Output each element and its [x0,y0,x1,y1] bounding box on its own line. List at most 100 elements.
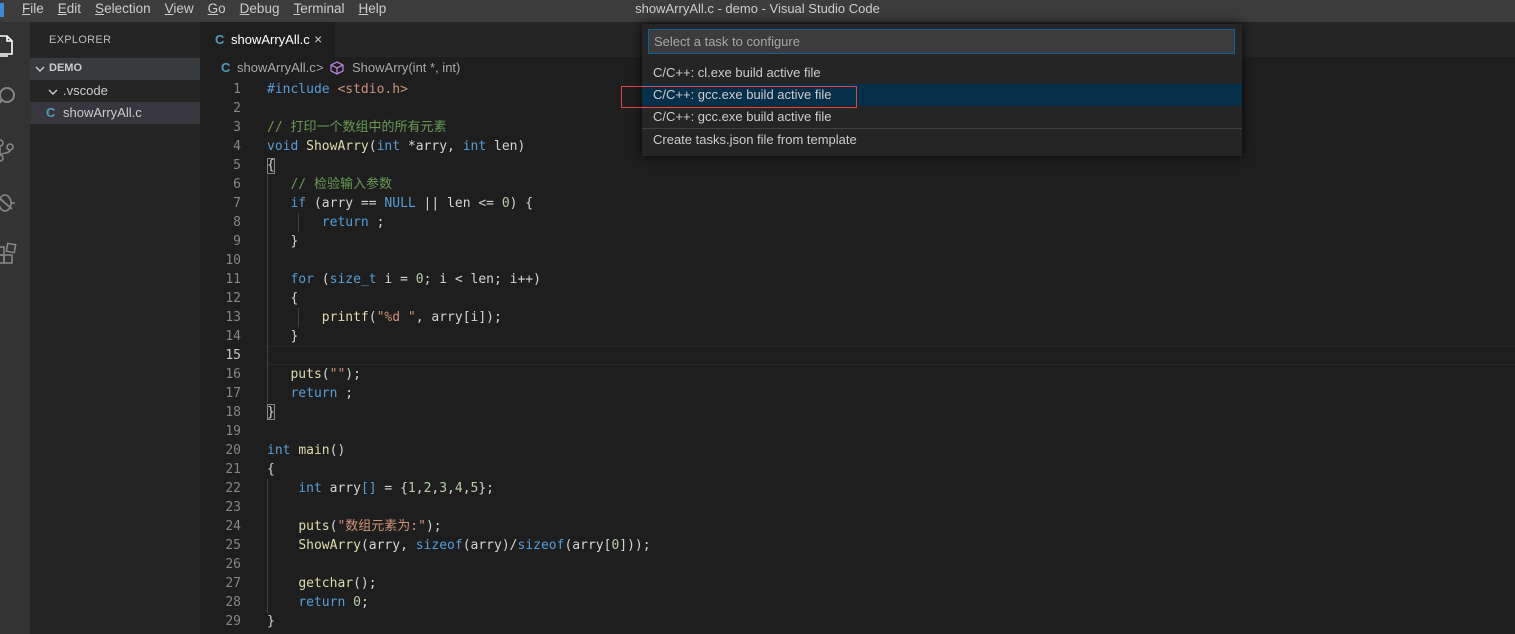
folder-header-demo[interactable]: DEMO [30,58,200,80]
code-line[interactable]: 17 return ; [200,384,1515,403]
code-token: [] [360,481,377,496]
quickpick-item[interactable]: C/C++: cl.exe build active file [642,62,1242,84]
tree-item-showarryall[interactable]: C showArryAll.c [30,102,200,124]
code-text: // 打印一个数组中的所有元素 [267,118,446,137]
code-token: *arry, [400,139,463,154]
code-token: NULL [384,196,416,211]
code-token: 0 [353,595,361,610]
code-line[interactable]: 5{ [200,156,1515,175]
code-token: ( [368,139,377,154]
code-line[interactable]: 10 [200,251,1515,270]
quickpick-item[interactable]: Create tasks.json file from template [642,129,1242,151]
code-line[interactable]: 13 printf("%d ", arry[i]); [200,308,1515,327]
code-token: (arry == [306,196,385,211]
code-line[interactable]: 28 return 0; [200,593,1515,612]
line-number: 10 [225,253,241,268]
line-number: 15 [225,348,241,363]
code-token: 0 [415,272,424,287]
c-file-icon: C [221,60,231,75]
tree-item-label: showArryAll.c [63,105,142,120]
line-number: 21 [225,462,241,477]
chevron-down-icon [35,66,45,72]
c-file-icon: C [215,32,225,47]
code-token: } [267,614,275,629]
line-number: 14 [225,329,241,344]
code-line[interactable]: 14 } [200,327,1515,346]
code-text: #include <stdio.h> [267,80,408,99]
breadcrumb-file[interactable]: showArryAll.c [237,57,316,79]
code-line[interactable]: 16 puts(""); [200,365,1515,384]
code-line[interactable]: 24 puts("数组元素为:"); [200,517,1515,536]
sidebar-title: EXPLORER [49,34,112,46]
code-token: }; [478,481,495,496]
code-token: "数组元素为:" [337,519,426,534]
title-bar: File Edit Selection View Go Debug Termin… [0,0,1515,22]
code-token: , arry[i]); [415,310,502,325]
code-text: void ShowArry(int *arry, int len) [267,137,525,156]
menu-file[interactable]: File [15,0,51,22]
code-token: int [267,443,291,458]
debug-icon[interactable] [0,189,18,215]
menu-go[interactable]: Go [201,0,233,22]
code-line[interactable]: 6 // 检验输入参数 [200,175,1515,194]
code-line[interactable]: 26 [200,555,1515,574]
code-line[interactable]: 18} [200,403,1515,422]
breadcrumb-symbol[interactable]: ShowArry(int *, int) [352,57,460,79]
code-line[interactable]: 8 return ; [200,213,1515,232]
menu-edit[interactable]: Edit [51,0,88,22]
code-text: puts(""); [267,365,360,384]
close-icon[interactable]: × [314,22,322,57]
menu-help[interactable]: Help [351,0,393,22]
menu-terminal[interactable]: Terminal [286,0,351,22]
code-line[interactable]: 29} [200,612,1515,631]
tree-item-vscode[interactable]: .vscode [30,80,200,102]
code-text: int main() [267,441,345,460]
menu-debug[interactable]: Debug [233,0,287,22]
code-line[interactable]: 20 int main() [200,441,1515,460]
code-text: return 0; [267,593,368,612]
line-number: 9 [233,234,241,249]
search-icon[interactable] [0,84,18,110]
line-number: 20 [225,443,241,458]
code-text: } [267,612,275,631]
code-token: ); [425,519,442,534]
line-number: 7 [233,196,241,211]
menu-selection[interactable]: Selection [88,0,158,22]
code-line[interactable]: 9 } [200,232,1515,251]
code-line[interactable]: 25 ShowArry(arry, sizeof(arry)/sizeof(ar… [200,536,1515,555]
code-token: len) [486,139,526,154]
tab-showarryall[interactable]: C showArryAll.c × [200,22,335,57]
code-token: <stdio.h> [337,82,408,97]
source-control-icon[interactable] [0,137,18,163]
code-line[interactable]: 27 getchar(); [200,574,1515,593]
code-text: getchar(); [267,574,376,593]
code-token: () [329,443,346,458]
code-token: // 打印一个数组中的所有元素 [267,120,447,135]
task-search-input[interactable] [648,29,1235,54]
quickpick-item[interactable]: C/C++: gcc.exe build active file [642,106,1242,128]
code-editor[interactable]: 1 #include <stdio.h> 2 3// 打印一个数组中的所有元素 4 voi… [200,80,1515,634]
code-line[interactable]: 11 for (size_t i = 0; i < len; i++) [200,270,1515,289]
code-line[interactable]: 22 int arry[] = {1,2,3,4,5}; [200,479,1515,498]
line-number: 25 [225,538,241,553]
files-icon[interactable] [0,32,18,58]
code-line[interactable]: 7 if (arry == NULL || len <= 0) { [200,194,1515,213]
extensions-icon[interactable] [0,242,18,268]
code-line[interactable]: 12 { [200,289,1515,308]
code-token: sizeof [415,538,463,553]
code-token: 1 [407,481,416,496]
code-line[interactable]: 19 [200,422,1515,441]
code-text: // 检验输入参数 [267,175,391,194]
menu-view[interactable]: View [158,0,201,22]
line-number: 19 [225,424,241,439]
code-line[interactable]: 23 [200,498,1515,517]
code-token: int [298,481,322,496]
code-line[interactable]: 21 { [200,460,1515,479]
code-text: } [267,327,298,346]
code-line[interactable]: 15 [200,346,1515,365]
